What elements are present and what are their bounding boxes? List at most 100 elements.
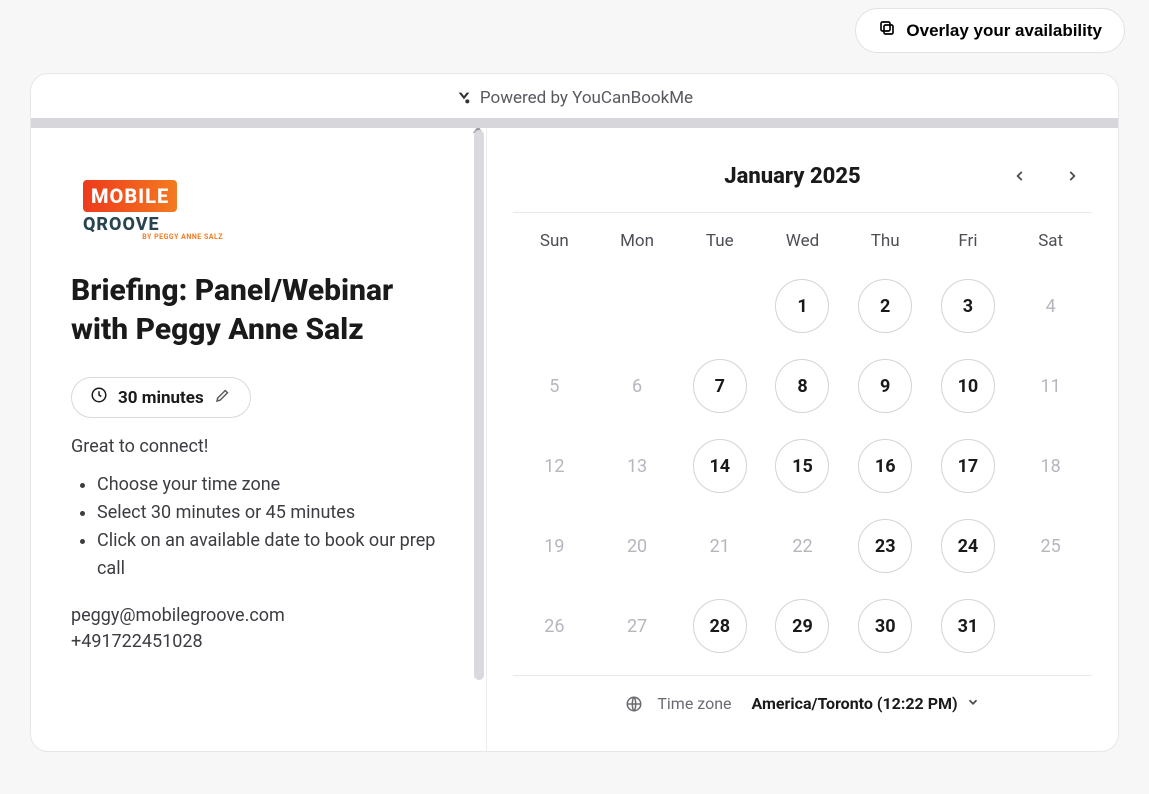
scrollbar[interactable] [472, 128, 486, 751]
available-day[interactable]: 14 [693, 439, 747, 493]
unavailable-day: 25 [1041, 536, 1061, 557]
pencil-icon [214, 386, 232, 409]
day-cell: 26 [513, 599, 596, 653]
available-day[interactable]: 15 [775, 439, 829, 493]
unavailable-day: 27 [627, 616, 647, 637]
day-cell: 4 [1009, 279, 1092, 333]
unavailable-day: 18 [1041, 456, 1061, 477]
available-day[interactable]: 9 [858, 359, 912, 413]
day-cell: 21 [678, 519, 761, 573]
day-cell: 1 [761, 279, 844, 333]
clock-icon [90, 386, 108, 409]
day-cell: 7 [678, 359, 761, 413]
powered-by-label: Powered by YouCanBookMe [480, 88, 693, 108]
unavailable-day: 12 [544, 456, 564, 477]
day-cell: 9 [844, 359, 927, 413]
available-day[interactable]: 17 [941, 439, 995, 493]
month-header: January 2025 [513, 156, 1092, 213]
intro-text: Great to connect! [71, 436, 446, 457]
day-cell: 20 [596, 519, 679, 573]
day-cell: 16 [844, 439, 927, 493]
prev-month-button[interactable] [1006, 162, 1034, 190]
day-cell: 15 [761, 439, 844, 493]
timezone-selector[interactable]: America/Toronto (12:22 PM) [752, 694, 980, 713]
powered-by-bar[interactable]: Powered by YouCanBookMe [31, 74, 1118, 118]
day-cell: 10 [927, 359, 1010, 413]
day-cell: 3 [927, 279, 1010, 333]
day-cell: 25 [1009, 519, 1092, 573]
contact-email: peggy@mobilegroove.com [71, 603, 446, 629]
weekday-label: Sat [1009, 231, 1092, 251]
unavailable-day: 26 [544, 616, 564, 637]
right-panel: January 2025 Sun Mon Tue Wed Thu Fri Sat [487, 128, 1118, 751]
unavailable-day: 20 [627, 536, 647, 557]
decorative-strip [31, 118, 1118, 128]
list-item: Choose your time zone [97, 471, 446, 499]
weekday-row: Sun Mon Tue Wed Thu Fri Sat [513, 213, 1092, 265]
day-cell: 2 [844, 279, 927, 333]
day-cell: 5 [513, 359, 596, 413]
available-day[interactable]: 30 [858, 599, 912, 653]
list-item: Click on an available date to book our p… [97, 527, 446, 583]
day-cell: 31 [927, 599, 1010, 653]
day-cell: 12 [513, 439, 596, 493]
available-day[interactable]: 28 [693, 599, 747, 653]
contact-block: peggy@mobilegroove.com +491722451028 [71, 603, 446, 655]
calendar-grid: 1234567891011121314151617181920212223242… [513, 265, 1092, 661]
available-day[interactable]: 7 [693, 359, 747, 413]
overlay-icon [878, 19, 896, 42]
available-day[interactable]: 10 [941, 359, 995, 413]
day-cell: 30 [844, 599, 927, 653]
brand-groove: QROOVE [83, 214, 223, 235]
brand-mobile: MOBILE [83, 180, 177, 212]
available-day[interactable]: 16 [858, 439, 912, 493]
scroll-thumb[interactable] [474, 130, 484, 680]
available-day[interactable]: 24 [941, 519, 995, 573]
timezone-label: Time zone [657, 694, 731, 713]
day-cell: 28 [678, 599, 761, 653]
weekday-label: Tue [678, 231, 761, 251]
weekday-label: Thu [844, 231, 927, 251]
day-cell: 29 [761, 599, 844, 653]
unavailable-day: 21 [710, 536, 730, 557]
brand-logo: MOBILE QROOVE BY PEGGY ANNE SALZ [83, 180, 223, 241]
weekday-label: Fri [927, 231, 1010, 251]
available-day[interactable]: 29 [775, 599, 829, 653]
day-cell: 14 [678, 439, 761, 493]
available-day[interactable]: 1 [775, 279, 829, 333]
duration-label: 30 minutes [118, 388, 204, 408]
day-cell [513, 279, 596, 333]
list-item: Select 30 minutes or 45 minutes [97, 499, 446, 527]
unavailable-day: 4 [1046, 296, 1056, 317]
page-title: Briefing: Panel/Webinar with Peggy Anne … [71, 271, 446, 349]
month-label: January 2025 [579, 164, 1006, 189]
available-day[interactable]: 3 [941, 279, 995, 333]
day-cell: 8 [761, 359, 844, 413]
steps-list: Choose your time zone Select 30 minutes … [71, 471, 446, 583]
day-cell: 24 [927, 519, 1010, 573]
chevron-down-icon [966, 694, 980, 713]
day-cell: 19 [513, 519, 596, 573]
unavailable-day: 11 [1041, 376, 1061, 397]
day-cell [596, 279, 679, 333]
next-month-button[interactable] [1058, 162, 1086, 190]
day-cell: 23 [844, 519, 927, 573]
unavailable-day: 19 [544, 536, 564, 557]
day-cell: 6 [596, 359, 679, 413]
day-cell: 11 [1009, 359, 1092, 413]
unavailable-day: 6 [632, 376, 642, 397]
weekday-label: Wed [761, 231, 844, 251]
available-day[interactable]: 31 [941, 599, 995, 653]
duration-selector[interactable]: 30 minutes [71, 377, 251, 418]
day-cell: 22 [761, 519, 844, 573]
available-day[interactable]: 23 [858, 519, 912, 573]
overlay-availability-button[interactable]: Overlay your availability [855, 8, 1125, 53]
available-day[interactable]: 2 [858, 279, 912, 333]
timezone-value: America/Toronto (12:22 PM) [752, 694, 958, 713]
day-cell: 13 [596, 439, 679, 493]
contact-phone: +491722451028 [71, 629, 446, 655]
available-day[interactable]: 8 [775, 359, 829, 413]
timezone-row: Time zone America/Toronto (12:22 PM) [513, 675, 1092, 723]
day-cell [1009, 599, 1092, 653]
weekday-label: Sun [513, 231, 596, 251]
